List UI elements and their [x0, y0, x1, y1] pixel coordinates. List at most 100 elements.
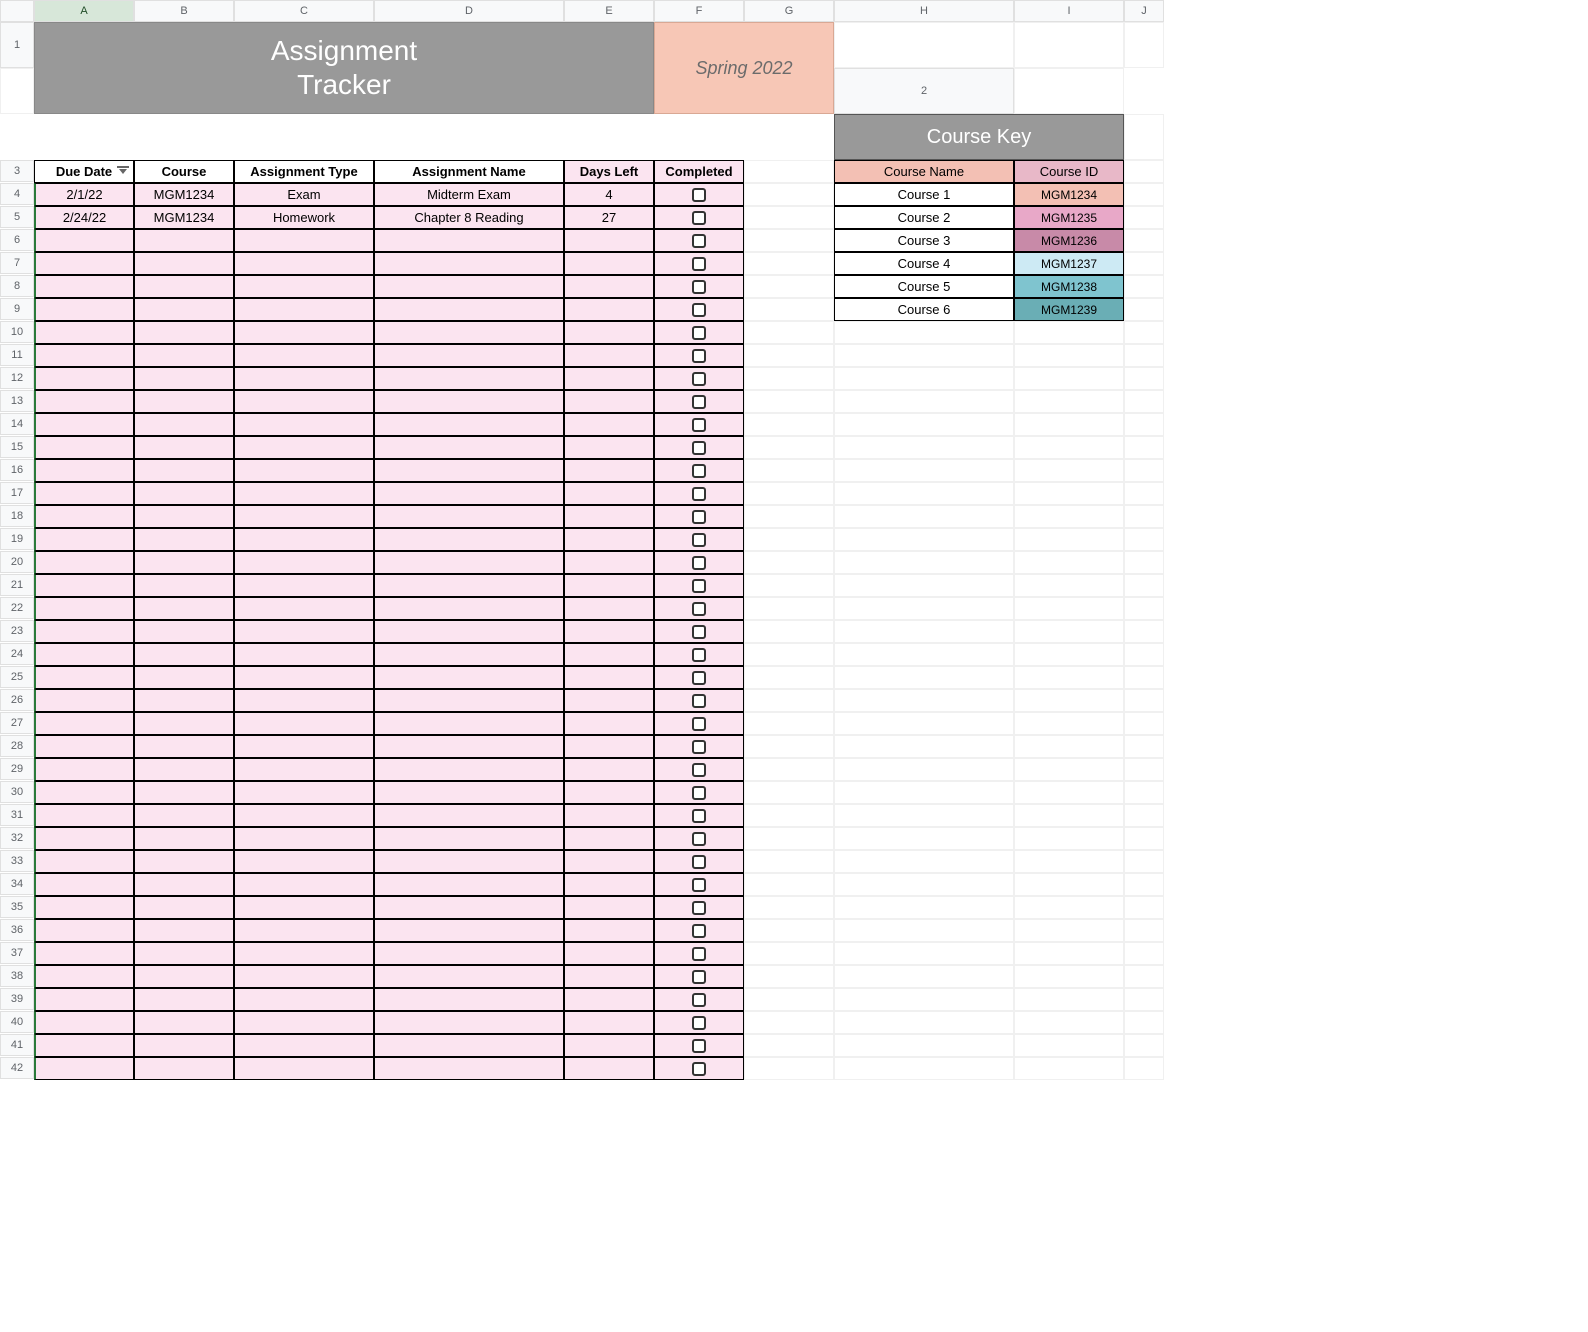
empty-cell[interactable]: [834, 620, 1014, 643]
cell-due-date[interactable]: [34, 505, 134, 528]
row-header-37[interactable]: 37: [0, 942, 34, 964]
cell-assignment-name[interactable]: [374, 505, 564, 528]
empty-cell[interactable]: [834, 781, 1014, 804]
cell-assignment-type[interactable]: [234, 965, 374, 988]
empty-cell[interactable]: [1124, 160, 1164, 183]
checkbox-icon[interactable]: [692, 326, 706, 340]
cell-days-left[interactable]: [564, 252, 654, 275]
cell-days-left[interactable]: [564, 735, 654, 758]
checkbox-icon[interactable]: [692, 993, 706, 1007]
empty-cell[interactable]: [744, 160, 834, 183]
empty-cell[interactable]: [834, 551, 1014, 574]
cell-days-left[interactable]: [564, 850, 654, 873]
empty-cell[interactable]: [744, 183, 834, 206]
row-header-35[interactable]: 35: [0, 896, 34, 918]
course-key-name[interactable]: Course 6: [834, 298, 1014, 321]
cell-assignment-type[interactable]: [234, 505, 374, 528]
row-header-33[interactable]: 33: [0, 850, 34, 872]
empty-cell[interactable]: [834, 344, 1014, 367]
cell-completed[interactable]: [654, 919, 744, 942]
cell-completed[interactable]: [654, 206, 744, 229]
checkbox-icon[interactable]: [692, 1016, 706, 1030]
empty-cell[interactable]: [744, 1011, 834, 1034]
empty-cell[interactable]: [834, 735, 1014, 758]
cell-assignment-name[interactable]: [374, 873, 564, 896]
cell-due-date[interactable]: [34, 804, 134, 827]
empty-cell[interactable]: [744, 965, 834, 988]
cell-assignment-name[interactable]: [374, 1011, 564, 1034]
cell-due-date[interactable]: 2/24/22: [34, 206, 134, 229]
cell-assignment-name[interactable]: [374, 528, 564, 551]
cell-days-left[interactable]: [564, 1034, 654, 1057]
cell-days-left[interactable]: 27: [564, 206, 654, 229]
cell-course[interactable]: [134, 367, 234, 390]
cell-assignment-type[interactable]: [234, 896, 374, 919]
empty-cell[interactable]: [834, 505, 1014, 528]
cell-completed[interactable]: [654, 735, 744, 758]
empty-cell[interactable]: [1124, 275, 1164, 298]
header-course[interactable]: Course: [134, 160, 234, 183]
empty-cell[interactable]: [1014, 988, 1124, 1011]
cell-course[interactable]: [134, 252, 234, 275]
cell-assignment-name[interactable]: [374, 712, 564, 735]
cell-assignment-type[interactable]: [234, 988, 374, 1011]
empty-cell[interactable]: [744, 712, 834, 735]
course-key-id[interactable]: MGM1236: [1014, 229, 1124, 252]
cell-completed[interactable]: [654, 781, 744, 804]
checkbox-icon[interactable]: [692, 441, 706, 455]
checkbox-icon[interactable]: [692, 625, 706, 639]
cell-assignment-name[interactable]: Midterm Exam: [374, 183, 564, 206]
checkbox-icon[interactable]: [692, 832, 706, 846]
cell-assignment-name[interactable]: [374, 827, 564, 850]
cell-completed[interactable]: [654, 551, 744, 574]
cell-course[interactable]: [134, 1011, 234, 1034]
checkbox-icon[interactable]: [692, 303, 706, 317]
empty-cell[interactable]: [834, 827, 1014, 850]
empty-cell[interactable]: [834, 390, 1014, 413]
filter-icon[interactable]: [119, 169, 127, 174]
empty-cell[interactable]: [1124, 1057, 1164, 1080]
cell-course[interactable]: [134, 758, 234, 781]
column-header-B[interactable]: B: [134, 0, 234, 22]
empty-cell[interactable]: [1124, 436, 1164, 459]
empty-cell[interactable]: [1124, 459, 1164, 482]
row-header-24[interactable]: 24: [0, 643, 34, 665]
checkbox-icon[interactable]: [692, 257, 706, 271]
cell-assignment-name[interactable]: [374, 666, 564, 689]
cell-assignment-type[interactable]: [234, 344, 374, 367]
cell-assignment-name[interactable]: [374, 689, 564, 712]
column-header-D[interactable]: D: [374, 0, 564, 22]
cell-days-left[interactable]: [564, 620, 654, 643]
header-days-left[interactable]: Days Left: [564, 160, 654, 183]
column-header-J[interactable]: J: [1124, 0, 1164, 22]
column-header-G[interactable]: G: [744, 0, 834, 22]
cell-assignment-type[interactable]: [234, 390, 374, 413]
cell-days-left[interactable]: [564, 781, 654, 804]
empty-cell[interactable]: [1014, 666, 1124, 689]
empty-cell[interactable]: [834, 643, 1014, 666]
row-header-38[interactable]: 38: [0, 965, 34, 987]
cell-completed[interactable]: [654, 804, 744, 827]
cell-assignment-name[interactable]: [374, 459, 564, 482]
cell-completed[interactable]: [654, 367, 744, 390]
empty-cell[interactable]: [1124, 574, 1164, 597]
checkbox-icon[interactable]: [692, 602, 706, 616]
cell-assignment-name[interactable]: [374, 919, 564, 942]
empty-cell[interactable]: [744, 482, 834, 505]
cell-assignment-type[interactable]: [234, 712, 374, 735]
cell-course[interactable]: [134, 413, 234, 436]
cell-assignment-type[interactable]: [234, 275, 374, 298]
cell-assignment-name[interactable]: [374, 597, 564, 620]
header-completed[interactable]: Completed: [654, 160, 744, 183]
cell-completed[interactable]: [654, 1057, 744, 1080]
row-header-28[interactable]: 28: [0, 735, 34, 757]
row-header-42[interactable]: 42: [0, 1057, 34, 1079]
cell-assignment-type[interactable]: [234, 666, 374, 689]
cell-days-left[interactable]: [564, 436, 654, 459]
cell-assignment-name[interactable]: [374, 229, 564, 252]
empty-cell[interactable]: [744, 850, 834, 873]
empty-cell[interactable]: [744, 689, 834, 712]
cell-completed[interactable]: [654, 344, 744, 367]
cell-completed[interactable]: [654, 574, 744, 597]
row-header-11[interactable]: 11: [0, 344, 34, 366]
